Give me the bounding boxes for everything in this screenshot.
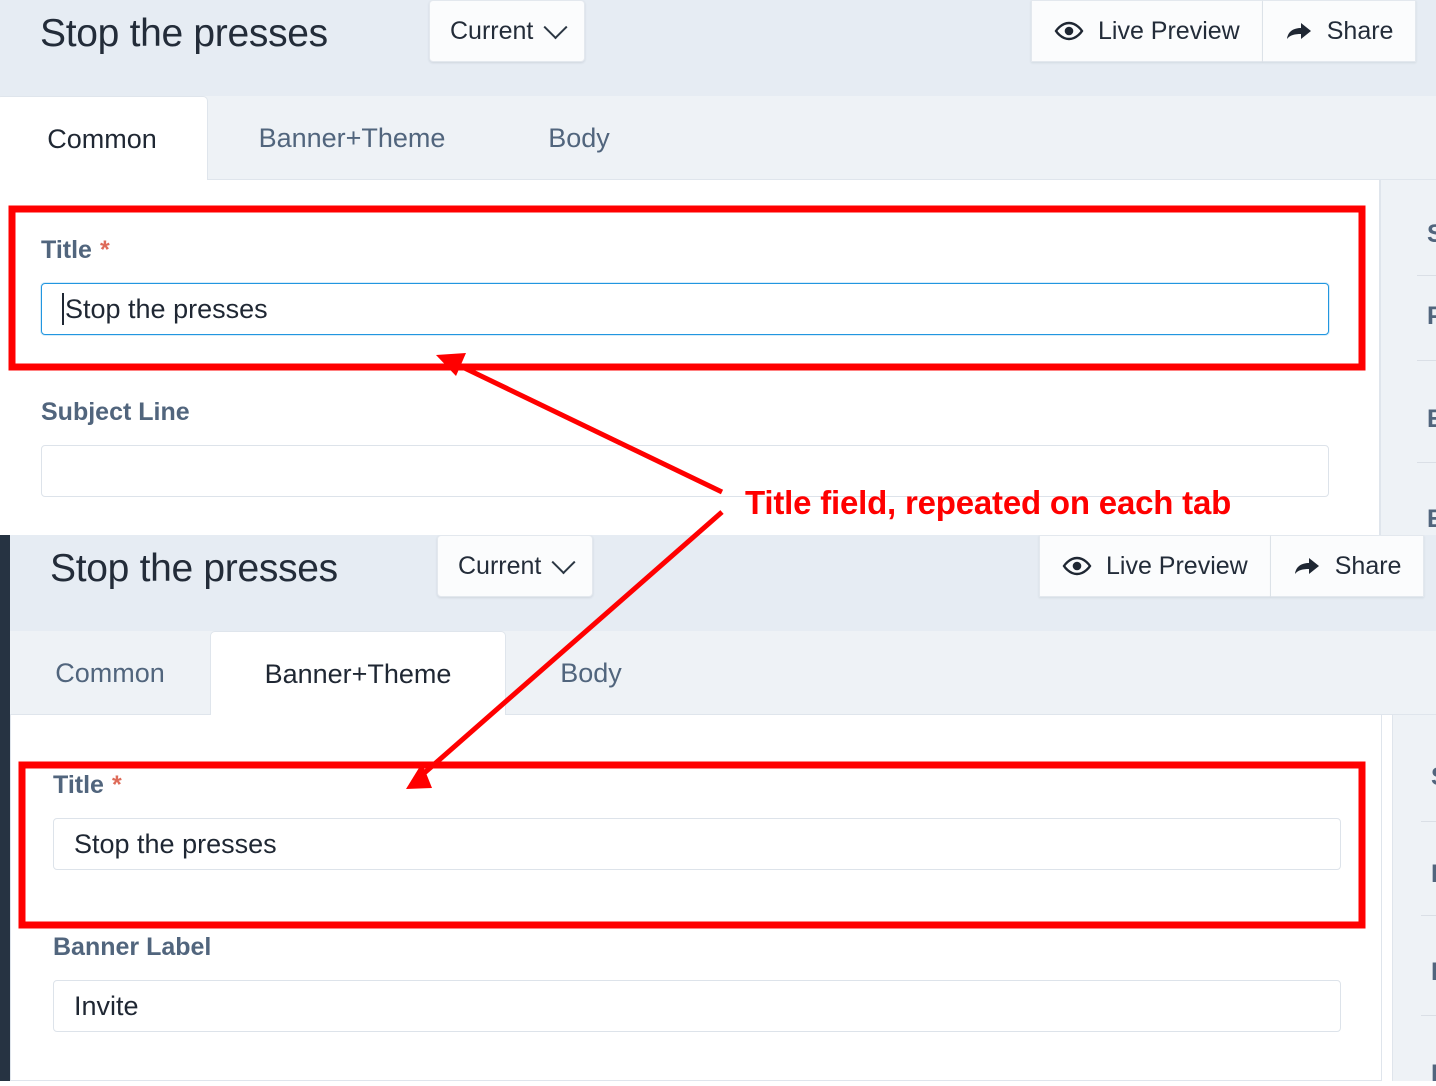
form-area-banner-theme: Title * Stop the presses Banner Label Inv… [10,715,1436,1081]
tab-banner-theme-label-2: Banner+Theme [264,658,452,689]
window-left-edge [0,535,10,1081]
live-preview-button[interactable]: Live Preview [1031,0,1263,62]
eye-icon [1054,21,1084,41]
chevron-down-icon-2 [551,549,576,574]
rail-item-2-2[interactable]: E [1431,958,1436,987]
rail-item-0[interactable]: S [1427,220,1436,249]
rail-divider-1 [1417,360,1436,361]
live-preview-label-2: Live Preview [1106,551,1248,580]
banner-label-field-label: Banner Label [53,933,211,962]
live-preview-label: Live Preview [1098,16,1240,45]
banner-label-input[interactable]: Invite [53,980,1341,1032]
title-input-value: Stop the presses [65,293,268,324]
share-arrow-icon [1286,23,1311,39]
title-label-text: Title [41,236,92,264]
right-rail-banner-theme: S P E E [1392,715,1436,1081]
title-input-2[interactable]: Stop the presses [53,818,1341,870]
share-button[interactable]: Share [1262,0,1417,62]
right-rail-common: S P E E [1380,180,1436,535]
share-arrow-icon-2 [1294,558,1319,574]
header-actions-2: Live Preview Share [1039,535,1425,597]
text-caret [62,293,64,325]
rail-item-1[interactable]: P [1427,302,1436,331]
title-field-label: Title * [41,236,110,265]
eye-icon-2 [1062,556,1092,576]
version-select-value-2: Current [458,551,542,580]
share-label-2: Share [1334,551,1402,580]
title-field-label-2: Title * [53,771,122,800]
page-title: Stop the presses [40,12,328,55]
required-asterisk: * [99,236,110,264]
rail-item-2-1[interactable]: P [1431,860,1436,889]
page-title-2: Stop the presses [50,547,338,590]
version-select-2[interactable]: Current [437,535,594,597]
tab-common-2[interactable]: Common [10,631,210,715]
share-label: Share [1326,16,1394,45]
tab-body[interactable]: Body [496,96,662,180]
version-select-value: Current [450,16,534,45]
tab-body-2[interactable]: Body [506,631,676,715]
share-button-2[interactable]: Share [1270,535,1425,597]
rail-divider-2-1 [1421,915,1436,916]
tab-common-label-2: Common [55,657,165,688]
tab-body-label: Body [548,122,610,153]
rail-item-2-0[interactable]: S [1431,763,1436,792]
tab-banner-theme[interactable]: Banner+Theme [208,96,496,180]
subject-line-label-text: Subject Line [41,398,190,426]
tab-banner-theme-2[interactable]: Banner+Theme [210,631,506,716]
title-input-value-2: Stop the presses [74,828,277,859]
screenshot-panel-banner-theme: Stop the presses Current Live Preview Sh… [0,535,1436,1081]
app-header-banner-theme: Stop the presses Current Live Preview Sh… [10,535,1436,631]
title-label-text-2: Title [53,771,104,799]
subject-line-field-label: Subject Line [41,398,190,427]
form-card-banner-theme: Title * Stop the presses Banner Label Inv… [10,715,1382,1081]
tab-common-label: Common [47,123,157,154]
form-area-common: Title* Stop the presses Subject Line S P… [0,180,1436,535]
rail-item-3[interactable]: E [1427,505,1436,534]
live-preview-button-2[interactable]: Live Preview [1039,535,1271,597]
form-card-common: Title * Stop the presses Subject Line [0,180,1380,535]
rail-item-2[interactable]: E [1427,405,1436,434]
rail-item-2-3[interactable]: E [1431,1060,1436,1081]
subject-line-input[interactable] [41,445,1329,497]
rail-divider-2-0 [1421,821,1436,822]
rail-divider-2 [1417,462,1436,463]
app-header-common: Stop the presses Current Live Preview Sh… [0,0,1436,96]
tab-body-label-2: Body [560,657,622,688]
rail-divider-0 [1417,275,1436,276]
tab-common[interactable]: Common [0,96,208,181]
tabbar-common: Common Banner+Theme Body [0,96,1436,181]
tab-banner-theme-label: Banner+Theme [258,122,446,153]
version-select[interactable]: Current [429,0,586,62]
title-input[interactable]: Stop the presses [41,283,1329,335]
chevron-down-icon [543,14,568,39]
required-asterisk-2: * [111,771,122,799]
banner-label-input-value: Invite [74,990,139,1021]
header-actions: Live Preview Share [1031,0,1417,62]
rail-divider-2-2 [1421,1015,1436,1016]
tabbar-banner-theme: Common Banner+Theme Body [10,631,1436,716]
banner-label-text: Banner Label [53,933,212,961]
screenshot-panel-common: Stop the presses Current Live Preview Sh… [0,0,1436,535]
